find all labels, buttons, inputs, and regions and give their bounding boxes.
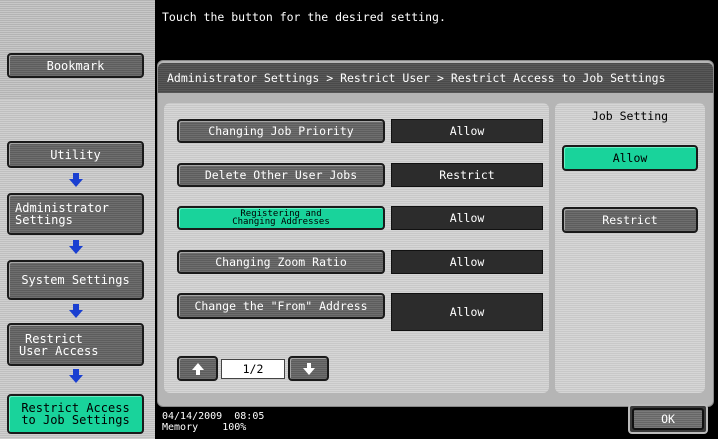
sidebar-top: [0, 0, 155, 100]
sidebar-item-label: Settings: [15, 213, 73, 227]
setting-value: Allow: [391, 119, 543, 143]
restrict-option-button[interactable]: Restrict: [562, 207, 698, 233]
registering-and-changing-addresses-button[interactable]: Registering and Changing Addresses: [177, 206, 385, 230]
date-display: 04/14/2009: [162, 411, 223, 422]
setting-value: Allow: [391, 206, 543, 230]
up-arrow-icon: [191, 362, 204, 375]
down-arrow-icon: [69, 369, 83, 383]
sidebar-item-label: Restrict: [25, 331, 83, 346]
time-display: 08:05: [234, 411, 265, 422]
bookmark-button[interactable]: Bookmark: [7, 53, 144, 78]
setting-value: Restrict: [391, 163, 543, 187]
page-up-button[interactable]: [177, 356, 218, 381]
page-down-button[interactable]: [288, 356, 329, 381]
sidebar-item-utility[interactable]: Utility: [7, 141, 144, 168]
ok-button-frame: OK: [628, 404, 708, 434]
sidebar-item-label: User Access: [19, 343, 99, 358]
memory-label: Memory: [162, 422, 199, 433]
down-arrow-icon: [302, 362, 315, 375]
button-label: Changing Addresses: [232, 217, 330, 227]
sidebar-item-administrator-settings[interactable]: Administrator Settings: [7, 193, 144, 235]
job-setting-panel: Job Setting Allow Restrict: [555, 103, 705, 393]
down-arrow-icon: [69, 240, 83, 254]
screen: Bookmark Utility Administrator Settings …: [0, 0, 718, 439]
ok-button[interactable]: OK: [632, 408, 704, 430]
breadcrumb: Administrator Settings > Restrict User >…: [158, 63, 713, 93]
sidebar-item-restrict-user-access[interactable]: Restrict User Access: [7, 323, 144, 366]
settings-list: Changing Job Priority Allow Delete Other…: [164, 103, 549, 393]
allow-option-button[interactable]: Allow: [562, 145, 698, 171]
memory-value: 100%: [222, 422, 247, 433]
status-footer: 04/14/2009 08:05 Memory 100%: [162, 411, 264, 433]
change-from-address-button[interactable]: Change the "From" Address: [177, 293, 385, 319]
sidebar-item-restrict-access-to-job-settings[interactable]: Restrict Access to Job Settings: [7, 394, 144, 434]
page-indicator: 1/2: [221, 359, 285, 379]
job-setting-title: Job Setting: [591, 109, 669, 123]
setting-value: Allow: [391, 293, 543, 331]
main-panel: Administrator Settings > Restrict User >…: [157, 60, 714, 407]
sidebar-item-system-settings[interactable]: System Settings: [7, 260, 144, 300]
changing-job-priority-button[interactable]: Changing Job Priority: [177, 119, 385, 143]
sidebar-item-label: to Job Settings: [21, 413, 130, 427]
delete-other-user-jobs-button[interactable]: Delete Other User Jobs: [177, 163, 385, 187]
setting-value: Allow: [391, 250, 543, 274]
changing-zoom-ratio-button[interactable]: Changing Zoom Ratio: [177, 250, 385, 274]
instruction-message: Touch the button for the desired setting…: [162, 10, 446, 24]
sidebar: Bookmark Utility Administrator Settings …: [0, 0, 155, 439]
down-arrow-icon: [69, 173, 83, 187]
down-arrow-icon: [69, 304, 83, 318]
